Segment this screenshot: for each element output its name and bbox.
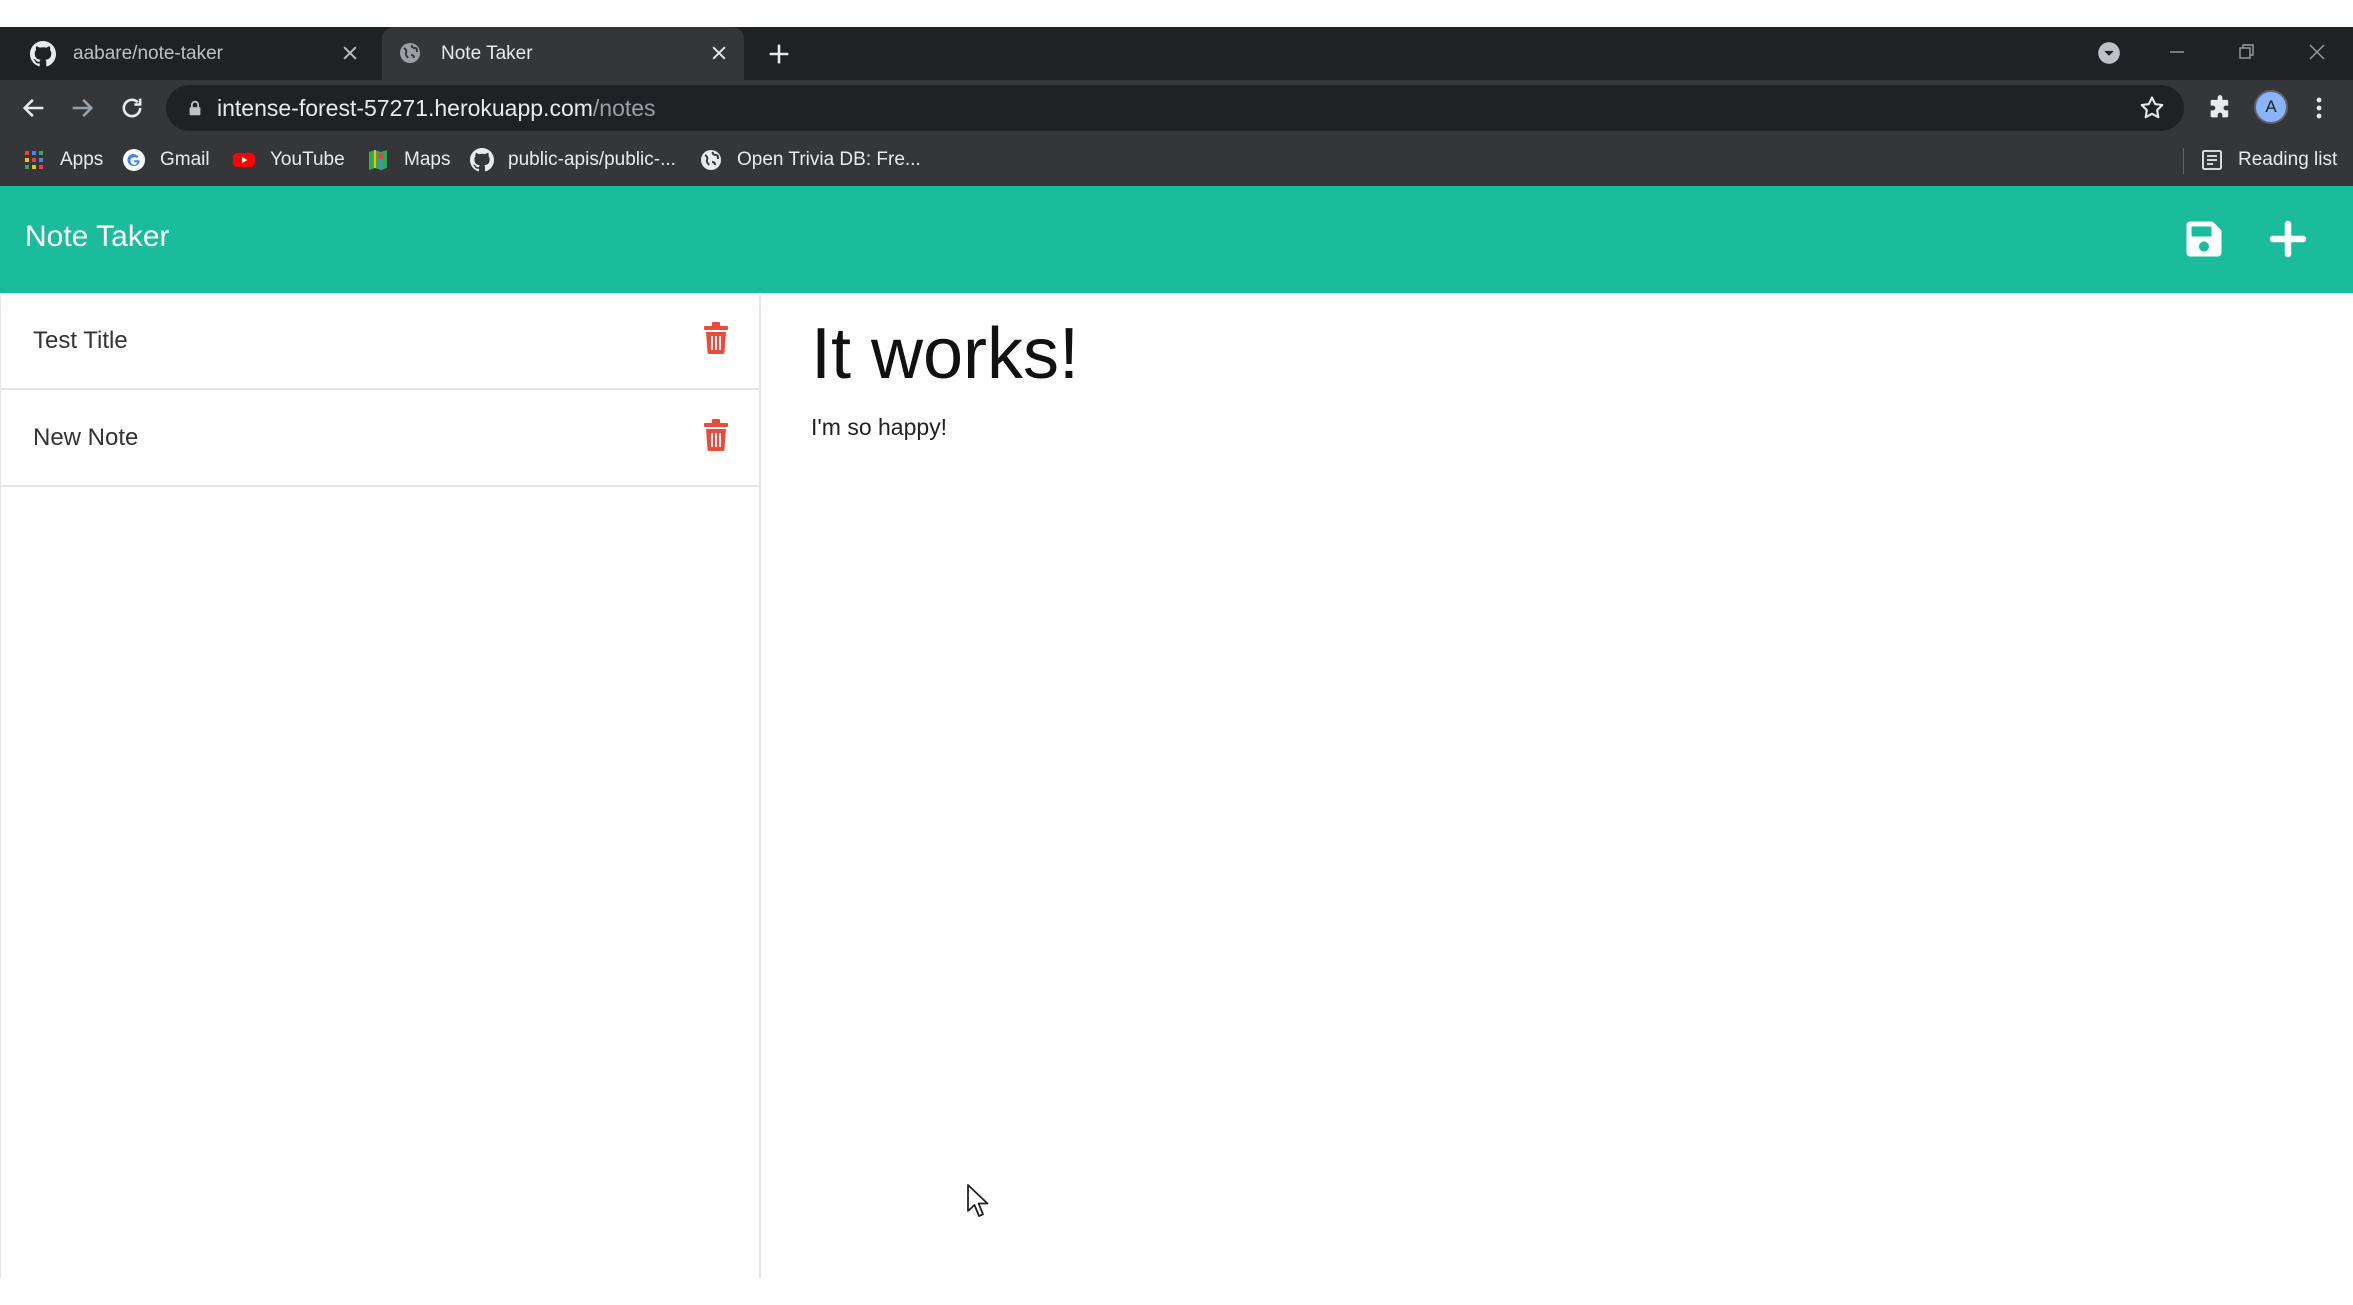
save-note-icon[interactable] (2186, 219, 2226, 259)
tab-strip: aabare/note-taker Note Taker (0, 27, 2353, 80)
maps-icon (366, 148, 390, 172)
lock-icon[interactable] (186, 98, 206, 118)
bookmark-label: Open Trivia DB: Fre... (737, 149, 921, 170)
restore-icon[interactable] (2232, 37, 2262, 67)
globe-icon (699, 148, 723, 172)
url-host: intense-forest-57271.herokuapp.com (217, 95, 593, 121)
minimize-icon[interactable] (2162, 37, 2192, 67)
browser-chrome: aabare/note-taker Note Taker intense-for… (0, 27, 2353, 186)
tab-note-taker[interactable]: Note Taker (382, 27, 744, 80)
bookmark-star-icon[interactable] (2138, 94, 2166, 122)
note-text-area[interactable]: I'm so happy! (811, 414, 947, 441)
apps-grid-icon (22, 148, 46, 172)
note-list-title: Test Title (33, 326, 128, 354)
reading-list-button[interactable]: Reading list (2200, 145, 2337, 175)
reading-list-icon (2200, 148, 2224, 172)
profile-avatar[interactable]: A (2254, 90, 2288, 124)
more-menu-icon[interactable] (2307, 94, 2331, 122)
url-path: /notes (592, 95, 656, 121)
browser-toolbar: intense-forest-57271.herokuapp.com/notes… (0, 80, 2353, 136)
note-editor: It works! I'm so happy! (763, 293, 2353, 1278)
note-list-item[interactable]: Test Title (1, 293, 759, 390)
tab-github-repo[interactable]: aabare/note-taker (0, 27, 375, 80)
address-bar[interactable]: intense-forest-57271.herokuapp.com/notes (166, 85, 2184, 131)
note-list-title: New Note (33, 423, 139, 451)
close-icon[interactable] (337, 40, 363, 66)
notes-list: Test Title New Note (0, 293, 761, 1278)
bookmark-public-apis[interactable]: public-apis/public-... (470, 145, 676, 175)
bookmark-label: Gmail (160, 149, 210, 170)
bookmark-label: public-apis/public-... (508, 149, 676, 170)
bookmark-open-trivia[interactable]: Open Trivia DB: Fre... (699, 145, 921, 175)
reading-list-label: Reading list (2238, 149, 2338, 170)
app-navbar: Note Taker (0, 186, 2353, 293)
new-note-plus-icon[interactable] (2268, 219, 2308, 259)
tab-search-icon[interactable] (2096, 40, 2122, 66)
note-title-field[interactable]: It works! (811, 313, 1079, 395)
tab-label: Note Taker (441, 42, 533, 64)
url-text[interactable]: intense-forest-57271.herokuapp.com/notes (217, 95, 656, 122)
bookmarks-divider (2183, 148, 2184, 174)
bookmarks-bar: Apps Gmail YouTube Maps public-apis/publ… (0, 136, 2353, 186)
bookmark-label: YouTube (270, 149, 345, 170)
back-arrow-icon[interactable] (20, 94, 48, 122)
bookmark-maps[interactable]: Maps (366, 145, 450, 175)
bookmark-label: Maps (404, 149, 451, 170)
globe-icon (398, 41, 424, 67)
new-tab-plus-icon[interactable] (765, 40, 793, 68)
extensions-puzzle-icon[interactable] (2206, 94, 2234, 122)
trash-icon[interactable] (703, 419, 729, 451)
bookmark-youtube[interactable]: YouTube (232, 145, 345, 175)
github-icon (30, 40, 56, 67)
close-icon[interactable] (706, 40, 732, 66)
tab-label: aabare/note-taker (73, 42, 223, 64)
bookmark-label: Apps (60, 149, 104, 170)
trash-icon[interactable] (703, 322, 729, 354)
google-icon (122, 148, 146, 172)
mouse-pointer-icon (966, 1183, 992, 1219)
forward-arrow-icon[interactable] (68, 94, 96, 122)
note-list-item[interactable]: New Note (1, 390, 759, 487)
app-title[interactable]: Note Taker (25, 220, 170, 254)
github-icon (470, 148, 494, 172)
window-close-icon[interactable] (2302, 37, 2332, 67)
youtube-icon (232, 148, 256, 172)
reload-icon[interactable] (118, 94, 146, 122)
bookmark-apps[interactable]: Apps (22, 145, 103, 175)
bookmark-gmail[interactable]: Gmail (122, 145, 210, 175)
